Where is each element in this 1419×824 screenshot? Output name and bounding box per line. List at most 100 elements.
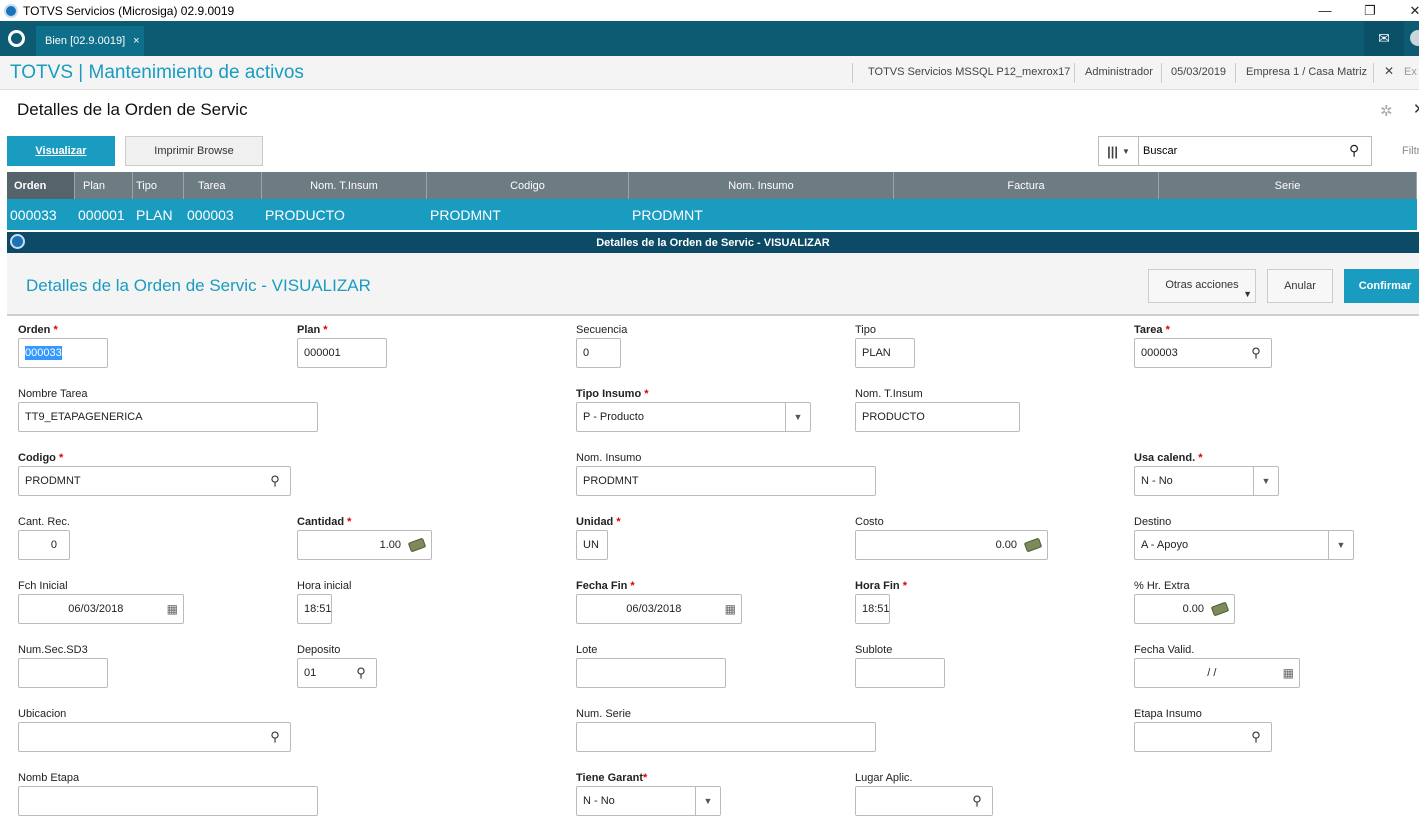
totvs-logo-icon[interactable]	[8, 30, 25, 47]
field-label-codigo: Codigo *	[18, 452, 64, 464]
divider	[1373, 63, 1374, 83]
hora-inicial-field[interactable]: 18:51	[297, 594, 332, 624]
tipo-field[interactable]: PLAN	[855, 338, 915, 368]
destino-select[interactable]: A - Apoyo ▼	[1134, 530, 1354, 560]
imprimir-browse-button[interactable]: Imprimir Browse	[125, 136, 263, 166]
lote-field[interactable]	[576, 658, 726, 688]
search-icon[interactable]: ⚲	[352, 665, 370, 681]
grid-col-tipo[interactable]: Tipo	[133, 172, 184, 199]
table-cell	[1159, 199, 1417, 230]
tab-label: Bien [02.9.0019]	[45, 35, 126, 47]
otras-acciones-button[interactable]: Otras acciones ▼	[1148, 269, 1256, 303]
columns-icon[interactable]: ||| ▼	[1099, 137, 1139, 165]
grid-col-tarea[interactable]: Tarea	[184, 172, 262, 199]
search-icon[interactable]: ⚲	[968, 793, 986, 809]
lugar-aplic-field[interactable]: ⚲	[855, 786, 993, 816]
hora-fin-field[interactable]: 18:51	[855, 594, 890, 624]
chevron-down-icon[interactable]: ▼	[695, 787, 720, 815]
field-label-orden: Orden *	[18, 324, 58, 336]
filter-link[interactable]: Filtr	[1402, 145, 1419, 157]
nomb-etapa-field[interactable]	[18, 786, 318, 816]
tab-bien[interactable]: Bien [02.9.0019] ×	[36, 26, 144, 56]
nombre-tarea-field[interactable]: TT9_ETAPAGENERICA	[18, 402, 318, 432]
usa-calend-select[interactable]: N - No ▼	[1134, 466, 1279, 496]
cant-rec-field[interactable]: 0	[18, 530, 70, 560]
exit-label[interactable]: Ex	[1404, 66, 1417, 78]
fch-inicial-field[interactable]: 06/03/2018 ▦	[18, 594, 184, 624]
chevron-down-icon[interactable]: ▼	[1253, 467, 1278, 495]
hr-extra-field[interactable]: 0.00	[1134, 594, 1235, 624]
divider	[852, 63, 853, 83]
window-titlebar: TOTVS Servicios (Microsiga) 02.9.0019 — …	[0, 0, 1419, 21]
table-cell: PLAN	[136, 206, 173, 223]
costo-value: 0.00	[995, 539, 1017, 551]
fecha-fin-field[interactable]: 06/03/2018 ▦	[576, 594, 742, 624]
cantidad-field[interactable]: 1.00	[297, 530, 432, 560]
etapa-insumo-field[interactable]: ⚲	[1134, 722, 1272, 752]
field-label-lote: Lote	[576, 644, 598, 656]
visualizar-button[interactable]: Visualizar	[7, 136, 115, 166]
table-row[interactable]: 000033 000001 PLAN 000003 PRODUCTO PRODM…	[7, 199, 1417, 230]
grid-col-codigo[interactable]: Codigo	[427, 172, 629, 199]
minimize-button[interactable]: —	[1305, 0, 1345, 21]
exit-icon[interactable]: ✕	[1384, 64, 1394, 78]
orden-field[interactable]: 000033	[18, 338, 108, 368]
tarea-field[interactable]: 000003 ⚲	[1134, 338, 1272, 368]
grid-col-nom-insumo[interactable]: Nom. Insumo	[629, 172, 894, 199]
fecha-valid-value: / /	[1207, 667, 1217, 679]
gear-icon[interactable]: ✲	[1380, 102, 1393, 120]
tiene-garant-select[interactable]: N - No ▼	[576, 786, 721, 816]
unidad-field[interactable]: UN	[576, 530, 608, 560]
field-label-hora-inicial: Hora inicial	[297, 580, 352, 592]
browse-grid: Orden Plan Tipo Tarea Nom. T.Insum Codig…	[7, 172, 1417, 230]
deposito-field[interactable]: 01 ⚲	[297, 658, 377, 688]
grid-col-nom-tinsum[interactable]: Nom. T.Insum	[262, 172, 427, 199]
secuencia-field[interactable]: 0	[576, 338, 621, 368]
calendar-icon[interactable]: ▦	[725, 602, 736, 616]
app-title: TOTVS | Mantenimiento de activos	[10, 62, 304, 83]
grid-col-orden[interactable]: Orden	[7, 172, 75, 199]
search-icon[interactable]: ⚲	[1247, 345, 1265, 361]
search-icon[interactable]: ⚲	[1349, 142, 1359, 159]
codigo-field[interactable]: PRODMNT ⚲	[18, 466, 291, 496]
tab-close-icon[interactable]: ×	[133, 35, 139, 47]
search-icon[interactable]: ⚲	[266, 473, 284, 489]
fch-inicial-value: 06/03/2018	[68, 603, 124, 615]
close-window-button[interactable]: ✕	[1395, 0, 1419, 21]
tipo-insumo-select[interactable]: P - Producto ▼	[576, 402, 811, 432]
user-menu-icon[interactable]	[1410, 30, 1419, 46]
chevron-down-icon[interactable]: ▼	[785, 403, 810, 431]
calendar-icon[interactable]: ▦	[167, 602, 178, 616]
grid-col-serie[interactable]: Serie	[1159, 172, 1417, 199]
restore-button[interactable]: ❐	[1350, 0, 1390, 21]
confirmar-button[interactable]: Confirmar	[1344, 269, 1419, 303]
nom-tinsum-field[interactable]: PRODUCTO	[855, 402, 1020, 432]
cantidad-value: 1.00	[379, 539, 401, 551]
anular-button[interactable]: Anular	[1267, 269, 1333, 303]
fecha-valid-field[interactable]: / / ▦	[1134, 658, 1300, 688]
costo-field[interactable]: 0.00	[855, 530, 1048, 560]
calculator-icon[interactable]	[1023, 537, 1043, 553]
grid-col-plan[interactable]: Plan	[75, 172, 133, 199]
calculator-icon[interactable]	[1210, 601, 1230, 617]
dialog-bar-title: Detalles de la Orden de Servic - VISUALI…	[596, 236, 830, 249]
cant-rec-value: 0	[50, 539, 57, 551]
num-serie-field[interactable]	[576, 722, 876, 752]
num-sec-sd3-field[interactable]	[18, 658, 108, 688]
plan-field[interactable]: 000001	[297, 338, 387, 368]
grid-col-factura[interactable]: Factura	[894, 172, 1159, 199]
chevron-down-icon[interactable]: ▼	[1328, 531, 1353, 559]
calculator-icon[interactable]	[407, 537, 427, 553]
search-input[interactable]	[1143, 141, 1343, 161]
search-icon[interactable]: ⚲	[266, 729, 284, 745]
ubicacion-field[interactable]: ⚲	[18, 722, 291, 752]
search-icon[interactable]: ⚲	[1247, 729, 1265, 745]
close-icon[interactable]: ✕	[1413, 100, 1419, 118]
nom-insumo-field[interactable]: PRODMNT	[576, 466, 876, 496]
sublote-field[interactable]	[855, 658, 945, 688]
field-label-unidad: Unidad *	[576, 516, 621, 528]
grid-header: Orden Plan Tipo Tarea Nom. T.Insum Codig…	[7, 172, 1417, 199]
mail-icon[interactable]: ✉	[1364, 21, 1404, 56]
secuencia-value: 0	[583, 347, 590, 359]
calendar-icon[interactable]: ▦	[1283, 666, 1294, 680]
